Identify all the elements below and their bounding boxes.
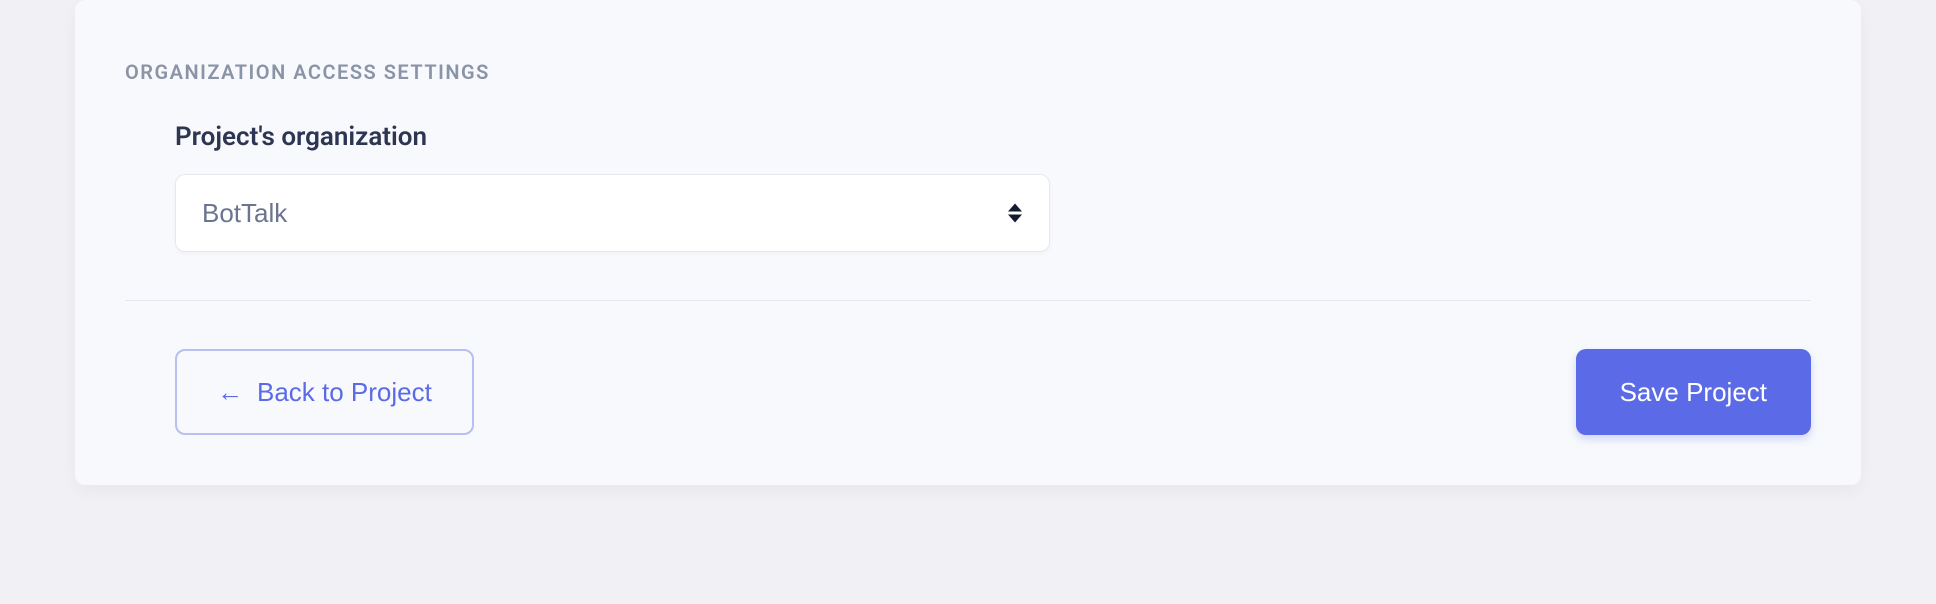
organization-field-group: Project's organization BotTalk — [125, 122, 1811, 252]
save-project-button[interactable]: Save Project — [1576, 349, 1811, 435]
page-wrap: ORGANIZATION ACCESS SETTINGS Project's o… — [0, 0, 1936, 485]
section-title: ORGANIZATION ACCESS SETTINGS — [125, 0, 1811, 122]
save-button-label: Save Project — [1620, 377, 1767, 408]
back-to-project-button[interactable]: ← Back to Project — [175, 349, 474, 435]
arrow-left-icon: ← — [217, 379, 243, 405]
settings-card: ORGANIZATION ACCESS SETTINGS Project's o… — [75, 0, 1861, 485]
organization-select[interactable]: BotTalk — [175, 174, 1050, 252]
organization-label: Project's organization — [175, 122, 1811, 152]
organization-select-wrap: BotTalk — [175, 174, 1050, 252]
back-button-label: Back to Project — [257, 377, 432, 408]
actions-row: ← Back to Project Save Project — [125, 349, 1811, 435]
divider — [125, 300, 1811, 301]
